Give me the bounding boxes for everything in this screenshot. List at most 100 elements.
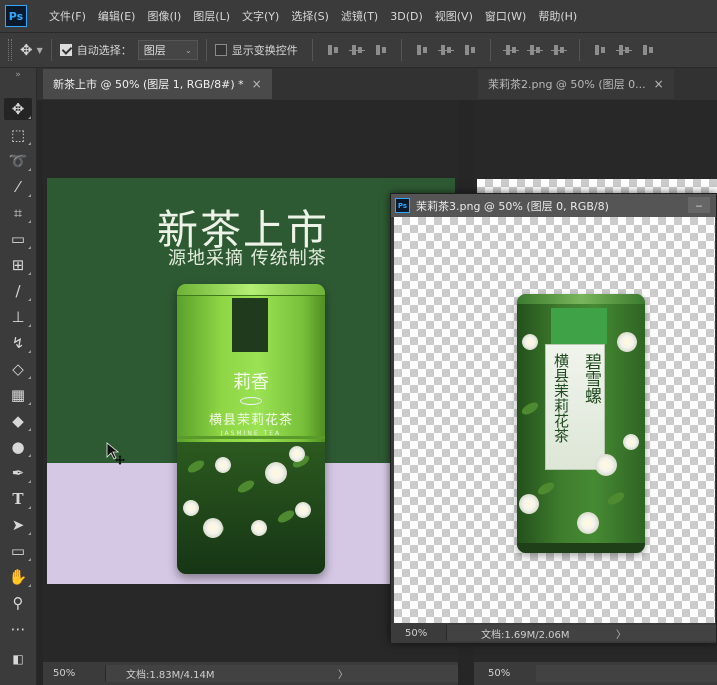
jasmine-flower-icon <box>203 518 223 538</box>
type-tool-icon[interactable]: T <box>4 488 32 510</box>
can-window <box>232 298 268 352</box>
menu-edit[interactable]: 编辑(E) <box>92 8 142 24</box>
show-transform-label: 显示变换控件 <box>231 44 298 57</box>
show-transform-checkbox[interactable] <box>214 44 227 56</box>
clone-stamp-icon[interactable]: ⊥ <box>4 306 32 328</box>
can-title-text: 横县茉莉花茶 <box>208 413 293 428</box>
main-doc-info[interactable]: 文档:1.83M/4.14M 〉 <box>105 665 458 682</box>
menu-help[interactable]: 帮助(H) <box>532 8 583 24</box>
path-select-icon[interactable]: ➤ <box>4 514 32 536</box>
align-hcenter-icon[interactable] <box>437 43 454 57</box>
blur-tool-icon[interactable]: ◆ <box>4 410 32 432</box>
leaf-graphic <box>235 478 257 495</box>
menu-view[interactable]: 视图(V) <box>429 8 479 24</box>
main-zoom-level[interactable]: 50% <box>43 668 105 679</box>
tools-panel: » ✥ ⬚ ➰ ⁄ ⌗ ▭ ⊞ ∕ ⊥ ↯ ◇ ▦ ◆ ● ✒ T ➤ ▭ ✋ … <box>0 68 37 685</box>
tab-second-document[interactable]: 茉莉茶2.png @ 50% (图层 0... × <box>478 69 674 99</box>
marquee-tool-icon[interactable]: ⬚ <box>4 124 32 146</box>
second-document-transparent-canvas[interactable] <box>477 179 717 193</box>
floating-window-titlebar[interactable]: Ps 茉莉茶3.png @ 50% (图层 0, RGB/8) ‒ <box>391 194 716 217</box>
subheadline-text: 源地采摘 传统制茶 <box>168 248 327 269</box>
menu-window[interactable]: 窗口(W) <box>479 8 532 24</box>
align-top-icon[interactable] <box>325 43 341 57</box>
leaf-graphic <box>275 508 297 525</box>
leaf-graphic <box>535 480 557 497</box>
separator <box>400 39 402 61</box>
layer-dropdown[interactable]: 图层 ⌄ <box>137 40 198 60</box>
healing-brush-icon[interactable]: ⊞ <box>4 254 32 276</box>
can-ridge <box>177 436 325 439</box>
crop-tool-icon[interactable]: ⌗ <box>4 202 32 224</box>
floating-tea-can-image[interactable]: 横县茉莉花茶 碧雪螺 <box>517 294 645 553</box>
lasso-tool-icon[interactable]: ➰ <box>4 150 32 172</box>
floating-doc-info[interactable]: 文档:1.69M/2.06M 〉 <box>446 625 716 641</box>
menu-file[interactable]: 文件(F) <box>43 8 92 24</box>
floating-document-window[interactable]: Ps 茉莉茶3.png @ 50% (图层 0, RGB/8) ‒ 横县茉莉花茶… <box>390 193 717 643</box>
can-name-text: 莉香 <box>233 372 269 393</box>
tab-main-label: 新茶上市 @ 50% (图层 1, RGB/8#) * <box>53 78 244 91</box>
chevron-down-icon[interactable]: ▼ <box>37 46 43 55</box>
distribute-top-icon[interactable] <box>502 43 519 57</box>
move-tool-preset-icon[interactable]: ✥ <box>20 41 33 59</box>
jasmine-flower-icon <box>289 446 305 462</box>
floating-canvas[interactable]: 横县茉莉花茶 碧雪螺 <box>394 217 715 623</box>
can-white-label: 横县茉莉花茶 碧雪螺 <box>545 344 605 470</box>
jasmine-flower-icon <box>623 434 639 450</box>
options-grip[interactable] <box>8 39 12 61</box>
pen-tool-icon[interactable]: ✒ <box>4 462 32 484</box>
distribute-right-icon[interactable] <box>640 43 656 57</box>
menu-select[interactable]: 选择(S) <box>285 8 335 24</box>
tea-can-image[interactable]: 莉香 横县茉莉花茶 JASMINE TEA <box>177 284 325 574</box>
align-left-icon[interactable] <box>414 43 430 57</box>
floating-zoom-level[interactable]: 50% <box>391 628 446 639</box>
distribute-hcenter-icon[interactable] <box>615 43 632 57</box>
brush-tool-icon[interactable]: ∕ <box>4 280 32 302</box>
magic-wand-icon[interactable]: ⁄ <box>4 176 32 198</box>
chevron-right-icon[interactable]: 〉 <box>616 626 626 641</box>
leaf-graphic <box>605 490 627 507</box>
more-tools-icon[interactable]: ⋯ <box>4 618 32 640</box>
align-bottom-icon[interactable] <box>373 43 389 57</box>
menu-bar: Ps 文件(F) 编辑(E) 图像(I) 图层(L) 文字(Y) 选择(S) 滤… <box>0 0 717 32</box>
floating-doc-size-text: 文档:1.69M/2.06M <box>481 629 570 641</box>
rectangle-tool-icon[interactable]: ▭ <box>4 540 32 562</box>
zoom-tool-icon[interactable]: ⚲ <box>4 592 32 614</box>
hand-tool-icon[interactable]: ✋ <box>4 566 32 588</box>
distribute-vcenter-icon[interactable] <box>526 43 543 57</box>
right-doc-info[interactable] <box>536 665 717 682</box>
tab-main-document[interactable]: 新茶上市 @ 50% (图层 1, RGB/8#) * × <box>43 69 272 99</box>
distribute-bottom-icon[interactable] <box>550 43 567 57</box>
menu-filter[interactable]: 滤镜(T) <box>335 8 384 24</box>
minimize-button[interactable]: ‒ <box>688 197 710 213</box>
close-icon[interactable]: × <box>252 77 262 91</box>
toolbar-collapse-icon[interactable]: » <box>0 68 36 82</box>
leaf-graphic <box>519 400 541 417</box>
floating-window-title: 茉莉茶3.png @ 50% (图层 0, RGB/8) <box>416 199 609 213</box>
menu-type[interactable]: 文字(Y) <box>236 8 285 24</box>
menu-layer[interactable]: 图层(L) <box>187 8 236 24</box>
separator <box>578 39 580 61</box>
auto-select-checkbox[interactable] <box>59 44 72 56</box>
menu-image[interactable]: 图像(I) <box>141 8 187 24</box>
align-right-icon[interactable] <box>462 43 478 57</box>
eraser-icon[interactable]: ◇ <box>4 358 32 380</box>
dodge-tool-icon[interactable]: ● <box>4 436 32 458</box>
jasmine-flower-icon <box>295 502 311 518</box>
move-tool-icon[interactable]: ✥ <box>4 98 32 120</box>
history-brush-icon[interactable]: ↯ <box>4 332 32 354</box>
eyedropper-icon[interactable]: ▭ <box>4 228 32 250</box>
color-swatches-icon[interactable]: ◧ <box>4 648 32 670</box>
distribute-left-icon[interactable] <box>592 43 608 57</box>
jasmine-flower-icon <box>617 332 637 352</box>
jasmine-flower-icon <box>215 457 231 473</box>
gradient-tool-icon[interactable]: ▦ <box>4 384 32 406</box>
can-lid <box>517 294 645 304</box>
jasmine-flower-icon <box>595 454 617 476</box>
chevron-right-icon[interactable]: 〉 <box>338 666 348 681</box>
align-vcenter-icon[interactable] <box>348 43 365 57</box>
photoshop-logo: Ps <box>395 198 410 213</box>
close-icon[interactable]: × <box>654 77 664 91</box>
menu-3d[interactable]: 3D(D) <box>384 10 429 23</box>
right-zoom-level[interactable]: 50% <box>474 668 536 679</box>
floating-status-bar: 50% 文档:1.69M/2.06M 〉 <box>391 623 716 643</box>
